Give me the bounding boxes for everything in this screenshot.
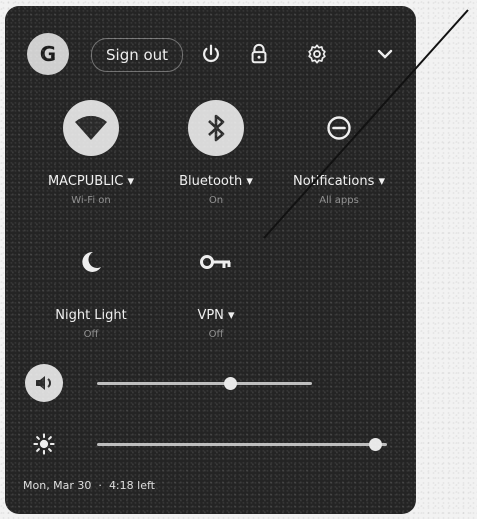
chevron-down-icon[interactable] (367, 36, 403, 72)
wifi-tile[interactable]: MACPUBLIC ▾ Wi-Fi on (28, 100, 154, 220)
brightness-slider[interactable] (97, 438, 387, 451)
bluetooth-icon[interactable] (188, 100, 244, 156)
bluetooth-label[interactable]: Bluetooth ▾ (153, 174, 279, 189)
night-light-label[interactable]: Night Light (28, 308, 154, 323)
brightness-icon[interactable] (25, 425, 63, 463)
gear-icon[interactable] (299, 36, 335, 72)
vpn-label[interactable]: VPN ▾ (153, 308, 279, 323)
vpn-key-icon[interactable] (188, 234, 244, 290)
brightness-slider-thumb[interactable] (369, 438, 383, 451)
notifications-tile[interactable]: Notifications ▾ All apps (276, 100, 402, 220)
bluetooth-status: On (208, 195, 224, 206)
date-label[interactable]: Mon, Mar 30 (23, 479, 91, 492)
battery-label[interactable]: 4:18 left (109, 479, 155, 492)
avatar-initial: G (39, 42, 57, 66)
volume-slider-thumb[interactable] (224, 377, 238, 390)
night-light-icon[interactable] (63, 234, 119, 290)
notifications-label[interactable]: Notifications ▾ (276, 174, 402, 189)
night-light-tile[interactable]: Night Light Off (28, 234, 154, 354)
power-icon[interactable] (193, 36, 229, 72)
bluetooth-tile[interactable]: Bluetooth ▾ On (153, 100, 279, 220)
vpn-status: Off (208, 329, 224, 340)
wifi-network-label[interactable]: MACPUBLIC ▾ (28, 174, 154, 189)
status-footer: Mon, Mar 30 · 4:18 left (23, 479, 155, 492)
footer-separator: · (94, 479, 109, 492)
wifi-icon[interactable] (63, 100, 119, 156)
vpn-tile[interactable]: VPN ▾ Off (153, 234, 279, 354)
quick-settings-panel: G Sign out MACPUBLIC ▾ Wi-Fi on Bluetoot… (5, 6, 416, 514)
notifications-status: All apps (319, 195, 359, 206)
wifi-status: Wi-Fi on (71, 195, 111, 206)
volume-slider[interactable] (97, 377, 312, 390)
sign-out-button[interactable]: Sign out (91, 38, 184, 72)
avatar[interactable]: G (27, 33, 69, 75)
volume-icon[interactable] (25, 364, 63, 402)
lock-icon[interactable] (241, 36, 277, 72)
volume-row (5, 364, 416, 404)
night-light-status: Off (83, 329, 99, 340)
do-not-disturb-icon[interactable] (311, 100, 367, 156)
brightness-row (5, 425, 416, 465)
